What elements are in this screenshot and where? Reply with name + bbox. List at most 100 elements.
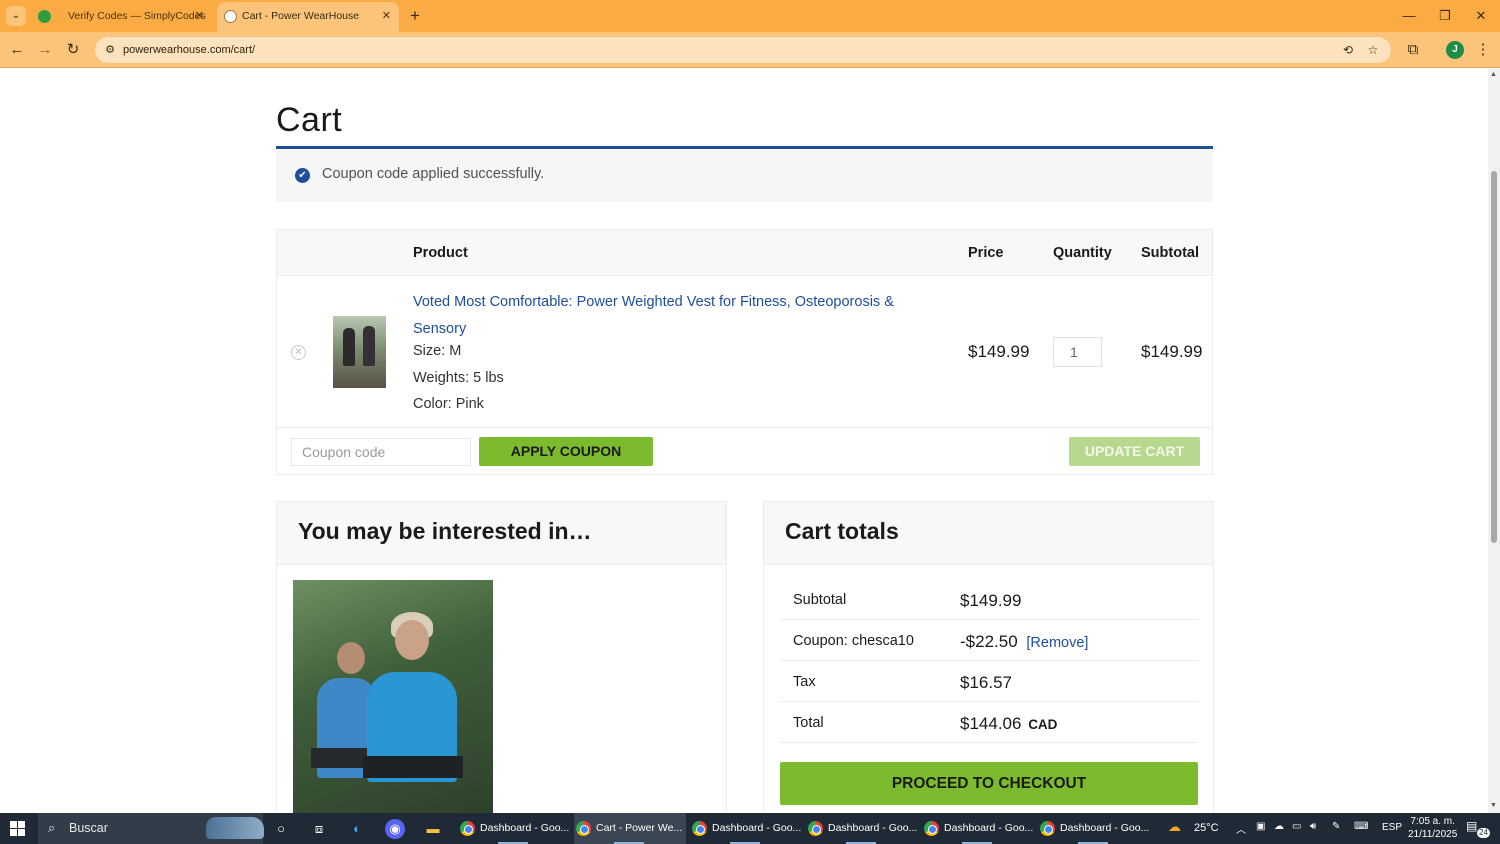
close-tab-icon[interactable]: ✕ [382,2,391,30]
tab-search-icon[interactable]: ⌄ [6,6,26,26]
forward-icon[interactable]: → [34,39,56,61]
photo-shape [337,642,365,674]
header-product: Product [413,245,468,261]
item-subtotal: $149.99 [1141,342,1203,361]
start-tile [10,829,17,836]
taskbar-app-label: Dashboard - Goo... [480,822,570,834]
quantity-input[interactable]: 1 [1053,337,1102,367]
network-icon[interactable]: ▭ [1292,821,1301,832]
coupon-code-input[interactable]: Coupon code [291,438,471,466]
input-language[interactable]: ESP [1382,822,1402,833]
tax-label: Tax [793,674,816,690]
task-view-icon[interactable]: ⧈ [309,819,329,839]
chrome-icon [692,821,707,836]
back-icon[interactable]: ← [6,39,28,61]
chrome-icon [1040,821,1055,836]
meet-now-icon[interactable]: ▣ [1256,821,1265,832]
proceed-to-checkout-button[interactable]: PROCEED TO CHECKOUT [780,762,1198,805]
coupon-row: Coupon: chesca10 -$22.50 [Remove] [780,620,1198,661]
subtotal-label: Subtotal [793,592,847,608]
discord-icon[interactable]: ◉ [385,819,405,839]
success-notice: ✔ Coupon code applied successfully. [276,146,1213,202]
taskbar-app-label: Dashboard - Goo... [712,822,802,834]
taskbar-app-chrome[interactable]: Dashboard - Goo... [690,813,802,844]
weather-temp[interactable]: 25°C [1194,822,1219,834]
page-scrollbar[interactable]: ▲ ▼ [1488,69,1500,813]
taskbar-app-label: Dashboard - Goo... [828,822,918,834]
check-circle-icon: ✔ [295,168,310,183]
subtotal-value: $149.99 [960,591,1022,610]
translate-icon[interactable]: ⟲ [1339,41,1357,59]
scroll-up-icon[interactable]: ▲ [1490,71,1497,78]
file-explorer-icon[interactable]: ▬ [423,819,443,839]
minimize-icon[interactable]: — [1398,6,1420,26]
row-divider [277,427,1212,428]
clock-time: 7:05 a. m. [1410,816,1455,827]
simplycodes-favicon-icon [38,10,51,23]
new-tab-icon[interactable]: + [405,6,425,26]
chrome-icon [460,821,475,836]
header-subtotal: Subtotal [1141,245,1199,261]
reload-icon[interactable]: ↻ [62,39,84,61]
cross-sells-title: You may be interested in… [298,518,592,544]
cortana-icon[interactable]: ○ [271,819,291,839]
url-text[interactable]: powerwearhouse.com/cart/ [123,37,255,63]
product-weights: Weights: 5 lbs [413,370,504,386]
taskbar-search[interactable]: ⌕ Buscar [38,813,264,844]
scroll-down-icon[interactable]: ▼ [1490,802,1497,809]
cross-sells-box: You may be interested in… [276,501,727,813]
taskbar-app-chrome[interactable]: Dashboard - Goo... [1038,813,1150,844]
show-hidden-icons-icon[interactable]: ︿ [1236,821,1246,836]
system-clock[interactable]: 7:05 a. m. 21/11/2025 [1408,815,1457,841]
edge-icon[interactable]: ◐ [347,819,367,839]
scrollbar-thumb[interactable] [1491,171,1497,543]
menu-icon[interactable]: ⋮ [1472,39,1494,61]
total-label: Total [793,715,824,731]
taskbar-app-chrome[interactable]: Dashboard - Goo... [458,813,570,844]
notice-message: Coupon code applied successfully. [322,166,545,182]
remove-item-icon[interactable]: ✕ [291,345,306,360]
cart-table-header: Product Price Quantity Subtotal [277,230,1212,276]
update-cart-button[interactable]: UPDATE CART [1069,437,1200,466]
weather-icon[interactable]: ☁ [1168,819,1181,835]
address-bar[interactable]: ⚙ powerwearhouse.com/cart/ ⟲ ☆ [95,37,1391,63]
close-tab-icon[interactable]: ✕ [195,2,204,30]
bookmark-star-icon[interactable]: ☆ [1364,41,1382,59]
keyboard-icon[interactable]: ⌨ [1354,821,1368,832]
product-thumbnail[interactable] [333,316,386,388]
profile-avatar[interactable]: J [1446,41,1464,59]
pen-icon[interactable]: ✎ [1332,821,1340,832]
taskbar-app-chrome[interactable]: Dashboard - Goo... [806,813,918,844]
notification-icon: ▤ [1466,819,1478,833]
close-window-icon[interactable]: ✕ [1470,6,1492,26]
volume-icon[interactable]: 🔊︎ [1310,821,1316,832]
apply-coupon-button[interactable]: APPLY COUPON [479,437,653,466]
cross-sells-content [277,564,726,813]
product-color: Color: Pink [413,396,484,412]
tab-verify-codes[interactable]: Verify Codes — SimplyCodes ✕ [30,2,212,32]
site-info-icon[interactable]: ⚙ [102,42,118,58]
tab-cart[interactable]: Cart - Power WearHouse ✕ [217,2,399,32]
total-row: Total $144.06 CAD [780,702,1198,743]
taskbar-app-chrome[interactable]: Dashboard - Goo... [922,813,1034,844]
notification-count: 24 [1477,828,1490,838]
product-name-link[interactable]: Voted Most Comfortable: Power Weighted V… [413,289,923,342]
taskbar-app-chrome-active[interactable]: Cart - Power We... [574,813,686,844]
windows-start-icon[interactable] [10,821,26,837]
onedrive-icon[interactable]: ☁ [1274,821,1284,832]
start-tile [18,821,25,828]
recommended-product-image[interactable] [293,580,493,813]
notification-center-icon[interactable]: ▤ 24 [1466,819,1490,839]
tab-title: Cart - Power WearHouse [242,10,360,22]
coupon-discount: -$22.50 [960,632,1018,651]
subtotal-row: Subtotal $149.99 [780,579,1198,620]
extensions-icon[interactable]: ⧉ [1402,39,1424,61]
tax-value: $16.57 [960,673,1012,692]
restore-icon[interactable]: ❐ [1434,6,1456,26]
currency-code: CAD [1028,717,1058,732]
search-icon: ⌕ [48,820,56,835]
remove-coupon-link[interactable]: [Remove] [1026,635,1088,651]
start-tile [18,829,25,836]
tab-title: Verify Codes — SimplyCodes [68,10,206,22]
page-content: Cart ✔ Coupon code applied successfully.… [0,69,1488,813]
